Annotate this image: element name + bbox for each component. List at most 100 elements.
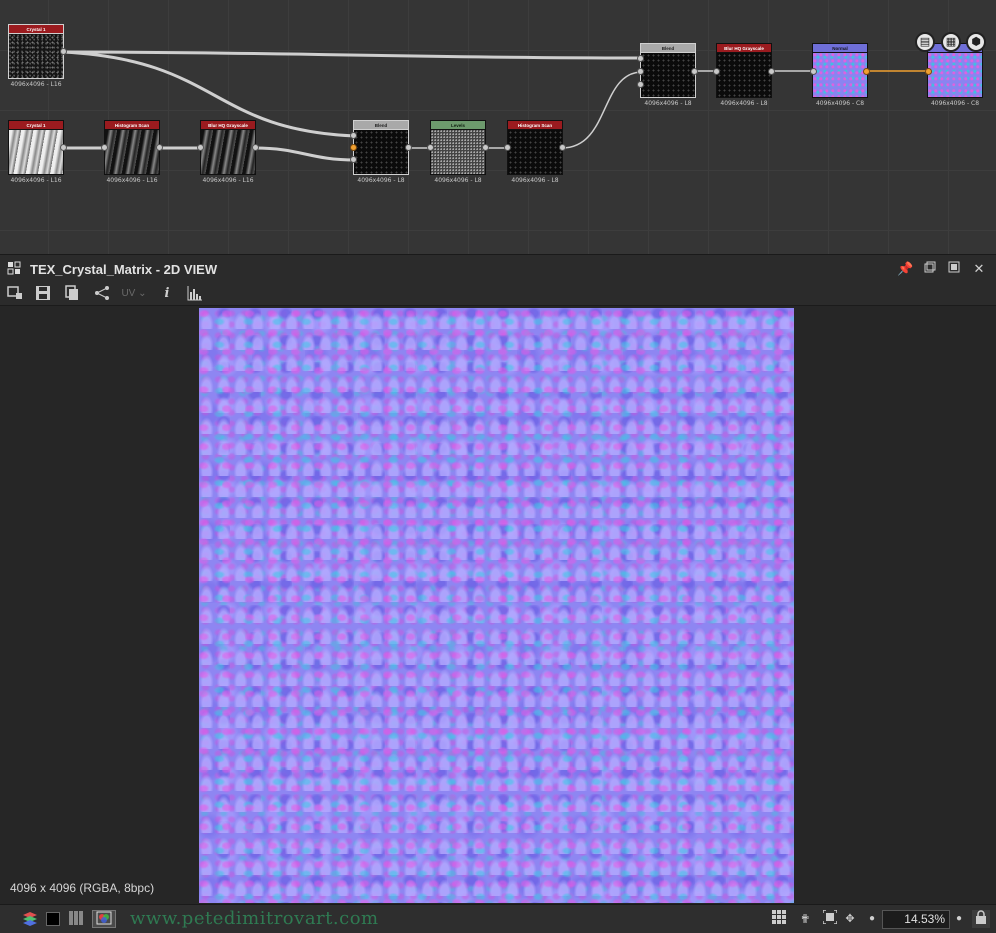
node-thumbnail	[507, 129, 563, 175]
node-thumbnail	[716, 52, 772, 98]
node-resolution: 4096x4096 - L16	[106, 177, 158, 184]
node-title: Histogram Scan	[507, 120, 563, 129]
restore-icon[interactable]	[922, 261, 938, 277]
node-thumbnail	[200, 129, 256, 175]
tile-icon[interactable]: ✟	[796, 910, 814, 928]
input-port[interactable]	[350, 144, 357, 151]
copy-icon[interactable]	[63, 285, 81, 303]
node-histogram-scan-b[interactable]: Histogram Scan 4096x4096 - L8	[507, 120, 563, 184]
input-port[interactable]	[427, 144, 434, 151]
node-levels[interactable]: Levels 4096x4096 - L8	[430, 120, 486, 184]
input-port[interactable]	[637, 55, 644, 62]
node-thumbnail	[353, 129, 409, 175]
statusbar: www.petedimitrovart.com ✟ ✥ ● 14.53% ●	[0, 904, 996, 933]
output-port[interactable]	[60, 144, 67, 151]
normal-map-texture[interactable]	[199, 308, 794, 903]
input-port[interactable]	[350, 156, 357, 163]
grid-icon[interactable]	[770, 910, 788, 928]
output-port[interactable]	[405, 144, 412, 151]
info-icon[interactable]: i	[158, 285, 176, 303]
channels-icon[interactable]	[67, 910, 85, 928]
node-title: Blend	[353, 120, 409, 129]
node-blend-a[interactable]: Blend 4096x4096 - L8	[353, 120, 409, 184]
node-thumbnail	[104, 129, 160, 175]
node-resolution: 4096x4096 - L8	[720, 100, 768, 107]
zoom-in-icon[interactable]: ●	[953, 910, 965, 928]
input-port[interactable]	[197, 144, 204, 151]
close-icon[interactable]: ✕	[971, 261, 987, 277]
document-icon[interactable]: ▤	[915, 32, 935, 52]
input-port[interactable]	[925, 68, 932, 75]
maximize-icon[interactable]	[946, 261, 962, 277]
zoom-out-icon[interactable]: ●	[866, 910, 878, 928]
input-port[interactable]	[713, 68, 720, 75]
input-port[interactable]	[637, 68, 644, 75]
black-swatch-icon[interactable]	[45, 910, 61, 928]
lock-icon[interactable]	[972, 910, 990, 928]
pan-icon[interactable]: ✥	[842, 910, 858, 928]
node-thumbnail	[927, 52, 983, 98]
node-resolution: 4096x4096 - L8	[434, 177, 482, 184]
node-resolution: 4096x4096 - L16	[10, 177, 62, 184]
view-titlebar: TEX_Crystal_Matrix - 2D VIEW 📌 ✕	[0, 254, 996, 282]
zoom-input[interactable]: 14.53%	[882, 910, 950, 929]
resolution-info: 4096 x 4096 (RGBA, 8bpc)	[10, 881, 155, 895]
node-resolution: 4096x4096 - L8	[357, 177, 405, 184]
node-crystal1-b[interactable]: Crystal 1 4096x4096 - L16	[8, 120, 64, 184]
output-port[interactable]	[559, 144, 566, 151]
node-crystal1-a[interactable]: Crystal 1 4096x4096 - L16	[8, 24, 64, 88]
view-panel-icon	[6, 261, 22, 277]
node-resolution: 4096x4096 - C8	[930, 100, 980, 107]
uv-label: UV	[121, 288, 136, 299]
node-title: Blur HQ Grayscale	[200, 120, 256, 129]
node-normal[interactable]: Normal 4096x4096 - C8	[812, 43, 868, 107]
node-resolution: 4096x4096 - C8	[815, 100, 865, 107]
pin-icon[interactable]: 📌	[897, 261, 913, 277]
node-blur-hq-grayscale-a[interactable]: Blur HQ Grayscale 4096x4096 - L16	[200, 120, 256, 184]
view-toolbar: UV ⌄ i	[0, 282, 996, 306]
node-output[interactable]: 4096x4096 - C8	[927, 43, 983, 107]
input-port[interactable]	[101, 144, 108, 151]
node-title: Blend	[640, 43, 696, 52]
output-port[interactable]	[60, 48, 67, 55]
checker-icon[interactable]: ▦	[941, 32, 961, 52]
output-port[interactable]	[768, 68, 775, 75]
input-port[interactable]	[810, 68, 817, 75]
color-view-icon[interactable]	[92, 910, 116, 928]
input-port[interactable]	[504, 144, 511, 151]
share-icon[interactable]	[93, 285, 111, 303]
output-port[interactable]	[863, 68, 870, 75]
display-icon[interactable]	[6, 285, 24, 303]
node-resolution: 4096x4096 - L8	[511, 177, 559, 184]
view-title: TEX_Crystal_Matrix - 2D VIEW	[30, 262, 218, 277]
node-blur-hq-grayscale-b[interactable]: Blur HQ Grayscale 4096x4096 - L8	[716, 43, 772, 107]
output-port[interactable]	[691, 68, 698, 75]
node-resolution: 4096x4096 - L8	[644, 100, 692, 107]
2d-viewport[interactable]: 4096 x 4096 (RGBA, 8bpc)	[0, 307, 996, 904]
node-title: Histogram Scan	[104, 120, 160, 129]
fit-icon[interactable]	[821, 909, 839, 928]
cube-icon[interactable]: ⬢	[966, 32, 986, 52]
node-title: Normal	[812, 43, 868, 52]
node-title: Crystal 1	[8, 120, 64, 129]
output-port[interactable]	[482, 144, 489, 151]
node-thumbnail	[8, 129, 64, 175]
node-resolution: 4096x4096 - L16	[202, 177, 254, 184]
node-thumbnail	[8, 33, 64, 79]
node-resolution: 4096x4096 - L16	[10, 81, 62, 88]
save-icon[interactable]	[34, 285, 52, 303]
node-title: Levels	[430, 120, 486, 129]
input-port[interactable]	[350, 132, 357, 139]
output-port[interactable]	[252, 144, 259, 151]
histogram-icon[interactable]	[186, 285, 204, 303]
output-port[interactable]	[156, 144, 163, 151]
node-histogram-scan-a[interactable]: Histogram Scan 4096x4096 - L16	[104, 120, 160, 184]
uv-dropdown[interactable]: UV ⌄	[120, 285, 148, 303]
node-blend-b[interactable]: Blend 4096x4096 - L8	[640, 43, 696, 107]
node-title: Blur HQ Grayscale	[716, 43, 772, 52]
layers-icon[interactable]	[20, 910, 42, 928]
node-thumbnail	[430, 129, 486, 175]
node-title: Crystal 1	[8, 24, 64, 33]
input-port[interactable]	[637, 81, 644, 88]
node-graph[interactable]: Crystal 1 4096x4096 - L16 Crystal 1 4096…	[0, 0, 996, 254]
